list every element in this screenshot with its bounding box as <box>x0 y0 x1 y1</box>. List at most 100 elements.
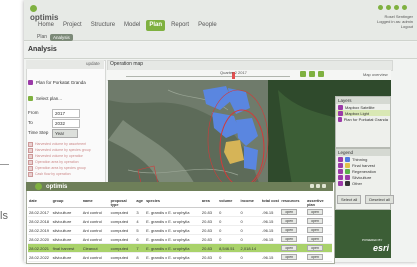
table-cell: Ant control <box>81 216 110 226</box>
table-titlebar[interactable] <box>26 182 333 191</box>
col-assertive-plan[interactable]: assertive plan <box>306 198 332 208</box>
open-resources-button[interactable]: open <box>281 209 298 215</box>
select-all-button[interactable]: Select all <box>337 195 362 204</box>
plan-badge[interactable]: Analysis <box>50 33 73 41</box>
table-cell: E. grandis x E. urophylla <box>145 225 201 235</box>
user-info: Rosel Sentinger Logged in as: admin Logo… <box>377 14 413 29</box>
legend-toggle-icon[interactable] <box>338 156 343 162</box>
col-age[interactable]: age <box>135 198 146 208</box>
open-plan-button[interactable]: open <box>307 227 323 233</box>
col-total-cost[interactable]: total cost <box>261 198 281 208</box>
table-row[interactable]: 28.02.2017 silviculture Ant control compute… <box>28 207 332 217</box>
open-plan-button[interactable]: open <box>307 236 323 242</box>
table-cell: open <box>306 225 332 235</box>
open-resources-button[interactable]: open <box>281 227 298 233</box>
minimize-icon[interactable] <box>310 184 314 188</box>
nav-people[interactable]: People <box>195 20 220 31</box>
col-volume[interactable]: volume <box>218 198 240 208</box>
table-row[interactable]: 28.02.2018 silviculture Ant control compute… <box>28 216 332 226</box>
table-row[interactable]: 28.02.2019 silviculture Ant control compute… <box>28 225 332 235</box>
open-resources-button[interactable]: open <box>281 245 298 251</box>
table-row[interactable]: 28.02.2020 silviculture Ant control compute… <box>28 234 332 244</box>
time-slider-track[interactable] <box>126 76 290 77</box>
plan-item[interactable]: Plan for Porkatat Granda <box>28 78 101 87</box>
table-cell: 4 <box>135 216 146 226</box>
nav-report[interactable]: Report <box>168 20 192 31</box>
nav-structure[interactable]: Structure <box>88 20 118 31</box>
user-icon[interactable] <box>394 5 399 10</box>
col-resources[interactable]: resources <box>280 198 307 208</box>
layers-icon[interactable] <box>309 71 315 77</box>
fullscreen-icon[interactable] <box>318 71 324 77</box>
col-date[interactable]: date <box>28 198 52 208</box>
nav-project[interactable]: Project <box>60 20 85 31</box>
checkbox[interactable] <box>28 153 33 159</box>
help-icon[interactable] <box>378 5 383 10</box>
table-cell: 6 <box>135 234 146 244</box>
layer-toggle-icon[interactable] <box>338 104 343 110</box>
settings-icon[interactable] <box>386 5 391 10</box>
nav-home[interactable]: Home <box>35 20 57 31</box>
table-cell: E. grandis x E. urophylla <box>145 207 201 217</box>
table-cell <box>261 243 281 253</box>
legend-swatch <box>345 168 350 174</box>
table-cell: computed <box>109 243 136 253</box>
timestep-select[interactable]: Year <box>52 129 78 138</box>
layers-panel: Layers Mapbox Satellite Mapbox Light Pla… <box>335 96 391 148</box>
table-cell: 20.83 <box>200 243 219 253</box>
table-cell: silviculture <box>51 234 82 244</box>
table-cell: 0 <box>239 207 262 217</box>
select-plan[interactable]: Select plan... <box>28 96 62 101</box>
table-row[interactable]: 28.02.2022 silviculture Ant control compute… <box>28 252 332 262</box>
nav-plan[interactable]: Plan <box>146 20 166 31</box>
nav-model[interactable]: Model <box>121 20 143 31</box>
power-icon[interactable] <box>402 5 407 10</box>
legend-toggle-icon[interactable] <box>338 162 343 168</box>
app-logo[interactable]: optimis <box>30 4 66 22</box>
col-income[interactable]: income <box>239 198 262 208</box>
table-cell: -96.15 <box>261 234 281 244</box>
table-cell: 20.83 <box>200 225 219 235</box>
layer-item[interactable]: Plan for Porkatat Granda <box>336 116 390 122</box>
open-plan-button[interactable]: open <box>307 209 323 215</box>
open-resources-button[interactable]: open <box>281 218 298 224</box>
legend-toggle-icon[interactable] <box>338 174 343 180</box>
open-plan-button[interactable]: open <box>307 245 323 251</box>
open-resources-button[interactable]: open <box>281 254 298 260</box>
update-link[interactable]: update <box>86 61 100 66</box>
table-cell: E. grandis x E. urophylla <box>145 234 201 244</box>
checkbox[interactable] <box>28 141 33 147</box>
from-input[interactable]: 2017 <box>52 109 80 118</box>
col-proposal-type[interactable]: proposal type <box>109 198 136 208</box>
zoom-icon[interactable] <box>300 71 306 77</box>
table-row[interactable]: 28.02.2021 final harvest Clearcut computed 7… <box>28 243 332 253</box>
logout-link[interactable]: Logout <box>377 24 413 29</box>
checkbox[interactable] <box>28 171 33 177</box>
col-group[interactable]: group <box>51 198 82 208</box>
open-plan-button[interactable]: open <box>307 254 323 260</box>
deselect-all-button[interactable]: Deselect all <box>365 195 394 204</box>
map-tools <box>300 71 324 77</box>
legend-toggle-icon[interactable] <box>338 168 343 174</box>
to-input[interactable]: 2032 <box>52 119 80 128</box>
col-species[interactable]: species <box>145 198 201 208</box>
legend-swatch <box>345 156 350 162</box>
legend-toggle-icon[interactable] <box>338 180 343 186</box>
open-plan-button[interactable]: open <box>307 218 323 224</box>
table-cell: 0 <box>218 225 240 235</box>
table-cell: silviculture <box>51 207 82 217</box>
col-name[interactable]: name <box>81 198 110 208</box>
checkbox[interactable] <box>28 159 33 165</box>
layer-toggle-icon[interactable] <box>338 116 342 122</box>
map-overview-label: Map overview <box>363 72 388 77</box>
open-resources-button[interactable]: open <box>281 236 298 242</box>
col-area[interactable]: area <box>200 198 219 208</box>
layer-toggle-icon[interactable] <box>338 110 343 116</box>
checkbox[interactable] <box>28 165 33 171</box>
maximize-icon[interactable] <box>316 184 320 188</box>
close-icon[interactable] <box>322 184 326 188</box>
checkbox[interactable] <box>28 147 33 153</box>
check-item[interactable]: Cash flow by operation <box>28 171 102 177</box>
legend-item[interactable]: Other <box>336 180 390 186</box>
table-cell: final harvest <box>51 243 82 253</box>
